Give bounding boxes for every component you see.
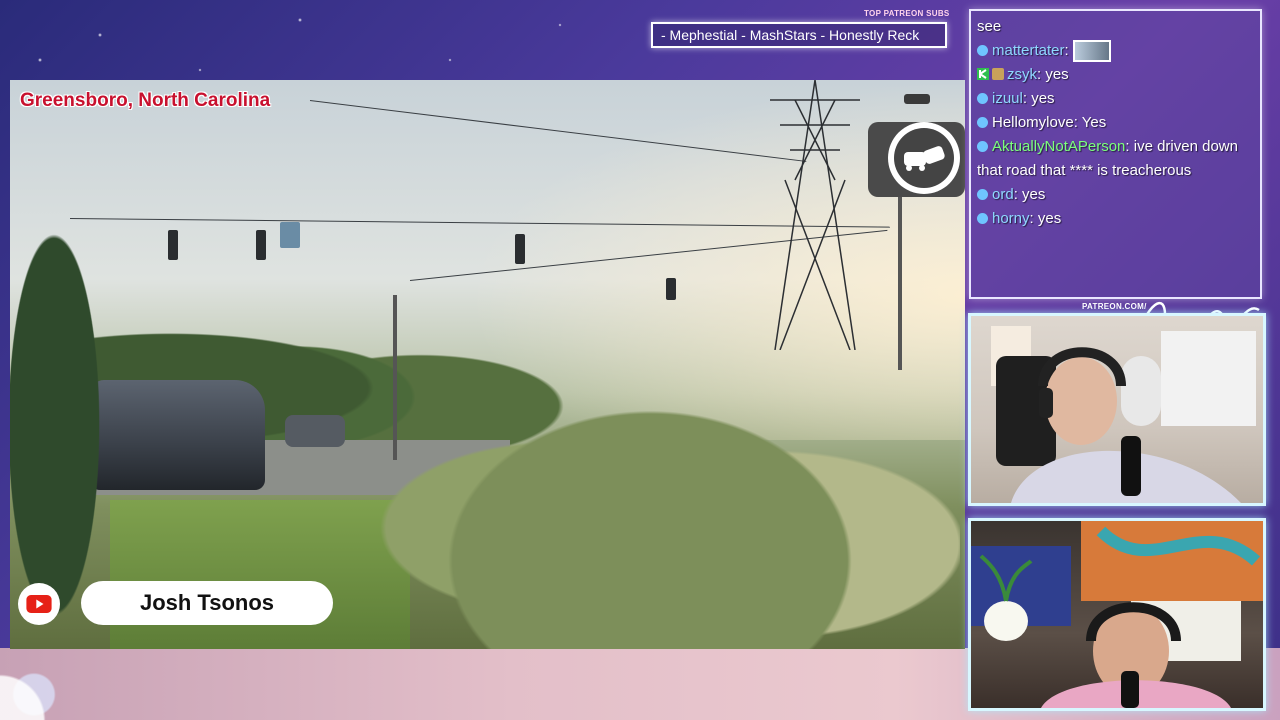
traffic-signal <box>256 230 266 260</box>
chat-badge-icon <box>977 141 988 152</box>
distant-car <box>285 415 345 447</box>
transmission-tower <box>770 80 860 350</box>
traffic-signal <box>666 278 676 300</box>
chat-text: yes <box>1045 66 1069 83</box>
chat-text: yes <box>1022 186 1046 203</box>
chat-text: yes <box>1037 210 1062 227</box>
sub-badge-icon <box>977 68 989 80</box>
main-video[interactable]: Greensboro, North Carolina Josh Tsonos <box>10 80 965 649</box>
traffic-signal <box>515 234 525 264</box>
cypress-tree <box>10 150 120 649</box>
chat-badge-icon <box>977 213 988 224</box>
chat-username[interactable]: AktuallyNotAPerson <box>992 138 1125 155</box>
chat-username[interactable]: ord <box>992 186 1014 203</box>
utility-pole <box>898 190 902 370</box>
webcam-host-scene <box>991 326 1256 503</box>
chat-badge-icon <box>977 117 988 128</box>
bits-badge-icon <box>992 68 1004 80</box>
chat-panel: see mattertater: zsyk: yes izuul: yes He… <box>969 9 1262 299</box>
chat-message: ord: yes <box>977 183 1254 207</box>
chat-username[interactable]: Hellomylove <box>992 114 1074 131</box>
chat-message: zsyk: yes <box>977 63 1254 87</box>
ticker-label: TOP PATREON SUBS <box>864 9 950 18</box>
channel-name: Josh Tsonos <box>81 581 333 625</box>
chat-username[interactable]: horny <box>992 210 1030 227</box>
webcam-host <box>968 313 1266 506</box>
street-sign <box>280 222 300 248</box>
chat-text: yes <box>1031 90 1055 107</box>
chat-badge-icon <box>977 93 988 104</box>
chat-text: Yes <box>1081 114 1107 131</box>
utility-pole <box>393 295 397 460</box>
traffic-signal <box>168 230 178 260</box>
ornamental-grass <box>340 330 960 649</box>
chat-username[interactable]: zsyk <box>1007 66 1037 83</box>
chat-message: horny: yes <box>977 207 1254 231</box>
chat-badge-icon <box>977 189 988 200</box>
chat-username[interactable]: mattertater <box>992 42 1065 59</box>
chat-text: see <box>977 18 1002 35</box>
chat-username[interactable]: izuul <box>992 90 1023 107</box>
chat-emote-icon <box>1072 40 1111 63</box>
chat-message: AktuallyNotAPerson: ive driven down that… <box>977 138 1238 179</box>
youtube-icon <box>18 583 60 625</box>
webcam-guest <box>968 518 1266 711</box>
dashcam-crash-icon <box>868 92 965 197</box>
webcam-guest-scene <box>971 521 1263 708</box>
patreon-ticker: - Mephestial - MashStars - Honestly Reck <box>651 22 947 48</box>
chat-message: Hellomylove: Yes <box>977 111 1254 135</box>
chat-message: izuul: yes <box>977 87 1254 111</box>
chat-message: mattertater: <box>977 39 1254 63</box>
chat-message: see <box>977 15 1254 39</box>
location-label: Greensboro, North Carolina <box>20 90 271 111</box>
chat-badge-icon <box>977 45 988 56</box>
